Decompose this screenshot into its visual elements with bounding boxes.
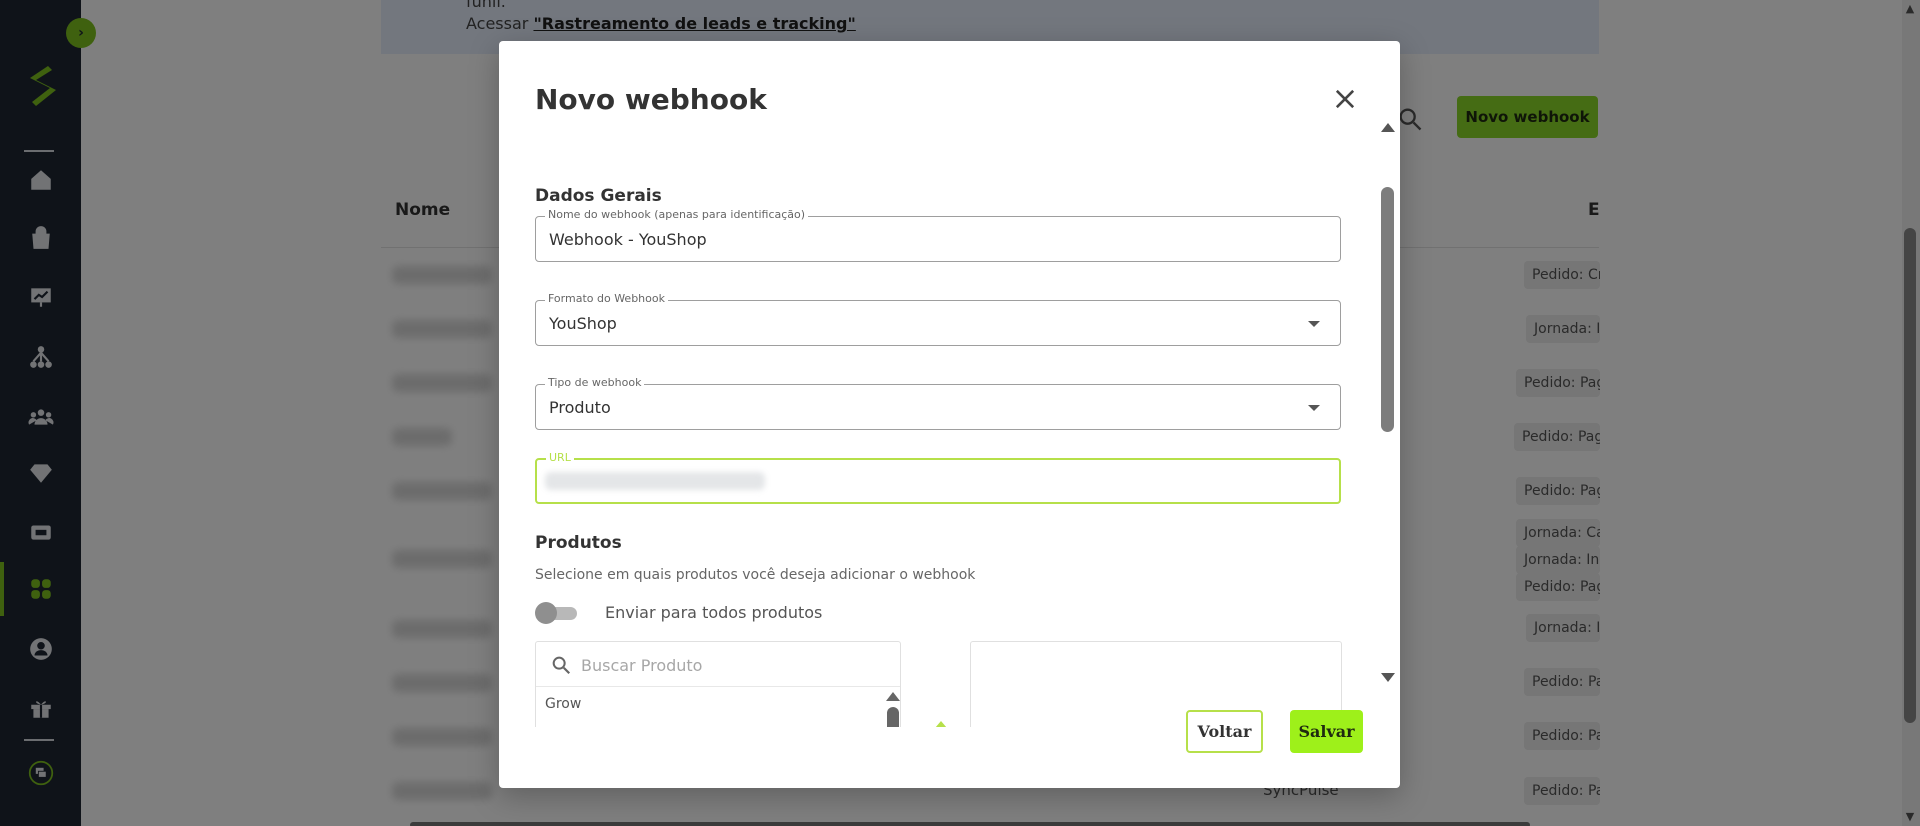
modal-title: Novo webhook [535, 83, 767, 116]
product-search-input[interactable] [581, 653, 871, 677]
products-helper-text: Selecione em quais produtos você deseja … [535, 567, 976, 583]
available-products-list: Grow [535, 641, 901, 727]
modal-scrollbar[interactable] [1379, 123, 1395, 683]
back-button[interactable]: Voltar [1186, 710, 1263, 753]
webhook-name-label: Nome do webhook (apenas para identificaç… [545, 208, 809, 222]
section-title-products: Produtos [535, 533, 622, 553]
search-icon [552, 656, 571, 675]
webhook-url-field[interactable]: URL [535, 451, 1341, 504]
chevron-down-icon [1308, 321, 1320, 327]
webhook-type-label: Tipo de webhook [545, 376, 645, 390]
chevron-down-icon [1308, 405, 1320, 411]
new-webhook-modal: Novo webhook Dados Gerais Nome do webhoo… [499, 41, 1400, 788]
send-all-products-toggle[interactable] [535, 602, 577, 624]
list-scrollbar-thumb[interactable] [887, 707, 899, 727]
webhook-format-select[interactable]: Formato do Webhook YouShop [535, 292, 1341, 346]
modal-body: Dados Gerais Nome do webhook (apenas par… [535, 141, 1347, 727]
webhook-format-label: Formato do Webhook [545, 292, 668, 306]
move-up-icon[interactable] [935, 721, 947, 727]
close-icon[interactable] [1331, 85, 1359, 113]
save-button[interactable]: Salvar [1290, 710, 1363, 753]
webhook-type-select[interactable]: Tipo de webhook Produto [535, 376, 1341, 430]
toggle-knob [535, 602, 557, 624]
section-title-general: Dados Gerais [535, 186, 662, 206]
list-scroll-up-icon[interactable] [886, 692, 900, 701]
webhook-url-label: URL [546, 451, 574, 465]
send-all-products-label: Enviar para todos produtos [605, 603, 823, 622]
webhook-name-field[interactable]: Nome do webhook (apenas para identificaç… [535, 208, 1341, 262]
list-item[interactable]: Grow [545, 696, 581, 712]
webhook-type-value: Produto [549, 398, 611, 417]
selected-products-list [970, 641, 1342, 727]
modal-scroll-up-icon[interactable] [1381, 123, 1395, 132]
modal-scroll-down-icon[interactable] [1381, 673, 1395, 682]
webhook-format-value: YouShop [549, 314, 617, 333]
list-divider [536, 686, 900, 687]
webhook-name-value: Webhook - YouShop [549, 230, 707, 249]
webhook-url-value-redacted [545, 472, 765, 490]
modal-scrollbar-thumb[interactable] [1381, 187, 1394, 432]
